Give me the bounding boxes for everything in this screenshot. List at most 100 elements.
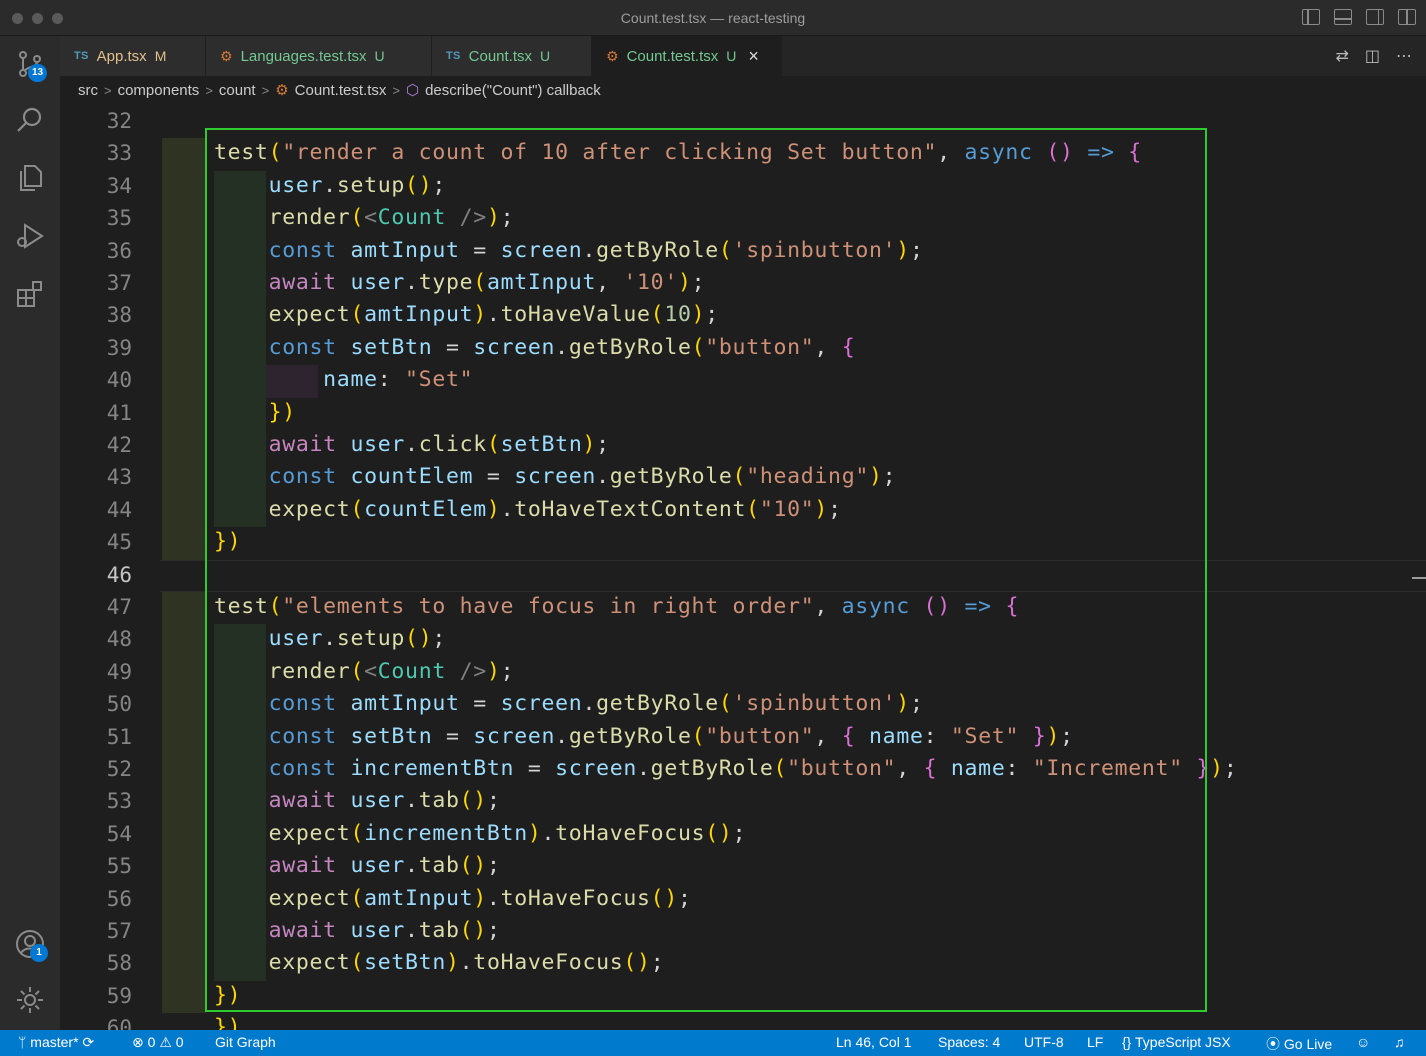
code-line[interactable]: 59}) (60, 980, 1426, 1014)
chevron-right-icon: > (104, 82, 112, 98)
indent-guide (162, 980, 206, 1014)
code-line[interactable]: 54 expect(incrementBtn).toHaveFocus(); (60, 818, 1426, 852)
indent-guide (162, 300, 206, 333)
explorer-icon[interactable] (14, 162, 46, 194)
code-line[interactable]: 35 render(<Count />); (60, 203, 1426, 236)
breadcrumb-item[interactable]: src (78, 82, 98, 99)
code-line[interactable]: 32 (60, 106, 1426, 138)
code-line[interactable]: 39 const setBtn = screen.getByRole("butt… (60, 332, 1426, 366)
code-line[interactable]: 46 (60, 559, 1426, 592)
code-text: expect(incrementBtn).toHaveFocus(); (268, 820, 747, 846)
extensions-icon[interactable] (14, 278, 46, 310)
toggle-secondary-sidebar-icon[interactable] (1366, 9, 1384, 25)
indent-guide (162, 332, 206, 366)
code-line[interactable]: 49 render(<Count />); (60, 656, 1426, 690)
run-debug-icon[interactable] (14, 220, 46, 252)
line-number: 60 (106, 1016, 132, 1030)
code-line[interactable]: 43 const countElem = screen.getByRole("h… (60, 462, 1426, 495)
code-editor[interactable]: 32 33 test("render a count of 10 after cli… (60, 104, 1426, 1030)
test-file-gear-icon: ⚙ (275, 82, 289, 99)
split-editor-icon[interactable]: ◫ (1365, 46, 1380, 66)
code-line[interactable]: 47 test("elements to have focus in right … (60, 592, 1426, 625)
indent-guide (162, 818, 206, 852)
more-actions-icon[interactable]: ⋯ (1396, 46, 1412, 66)
code-text: }) (214, 1015, 242, 1030)
encoding[interactable]: UTF-8 (1024, 1034, 1064, 1050)
code-line[interactable]: 60}) (60, 1013, 1426, 1030)
typescript-icon: TS (74, 50, 89, 62)
problems-item[interactable]: ⊗ 0 ⚠ 0 (132, 1034, 184, 1051)
branch-item[interactable]: ᛘ master* ⟳ (18, 1034, 94, 1051)
code-line[interactable]: 45}) (60, 527, 1426, 560)
warning-icon: ⚠ (159, 1034, 172, 1050)
code-line[interactable]: 57 await user.tab(); (60, 916, 1426, 949)
indent-guide (162, 430, 206, 463)
open-changes-icon[interactable]: ⇄ (1335, 46, 1348, 66)
language-mode[interactable]: {} TypeScript JSX (1122, 1034, 1231, 1050)
breadcrumb-item[interactable]: count (219, 82, 256, 99)
manage-gear-icon[interactable] (14, 984, 46, 1016)
indent-guide (162, 527, 206, 560)
notifications-bell-icon[interactable]: ♫ (1394, 1034, 1405, 1050)
code-line[interactable]: 40 name: "Set" (60, 365, 1426, 398)
code-line[interactable]: 52 const incrementBtn = screen.getByRole… (60, 754, 1426, 787)
end-of-line[interactable]: LF (1087, 1034, 1103, 1050)
toggle-panel-icon[interactable] (1334, 9, 1352, 25)
code-line[interactable]: 33 test("render a count of 10 after click… (60, 138, 1426, 171)
code-text: expect(setBtn).toHaveFocus(); (268, 950, 665, 976)
tab-git-status: U (374, 48, 385, 64)
tab-count-tsx[interactable]: TS Count.tsx U (432, 36, 592, 76)
tab-count-test-tsx[interactable]: ⚙ Count.test.tsx U × (592, 36, 782, 76)
code-line[interactable]: 56 expect(amtInput).toHaveFocus(); (60, 883, 1426, 916)
code-text: const countElem = screen.getByRole("head… (268, 464, 897, 490)
code-text: name: "Set" (323, 367, 474, 393)
code-line[interactable]: 37 await user.type(amtInput, '10'); (60, 268, 1426, 301)
code-line[interactable]: 50 const amtInput = screen.getByRole('sp… (60, 689, 1426, 722)
indent-guide (162, 786, 206, 819)
breadcrumb: src > components > count > ⚙ Count.test.… (60, 76, 1426, 104)
breadcrumb-item[interactable]: components (118, 82, 200, 99)
source-control-icon[interactable]: 13 (14, 48, 48, 82)
go-live-item[interactable]: ⦿ Go Live (1266, 1034, 1332, 1054)
breadcrumb-item[interactable]: describe("Count") callback (425, 82, 601, 99)
window-title: Count.test.tsx — react-testing (620, 10, 806, 26)
code-line[interactable]: 38 expect(amtInput).toHaveValue(10); (60, 300, 1426, 333)
code-line[interactable]: 48 user.setup(); (60, 624, 1426, 657)
code-line[interactable]: 51 const setBtn = screen.getByRole("butt… (60, 721, 1426, 754)
line-number: 49 (106, 659, 132, 684)
code-line[interactable]: 42 await user.click(setBtn); (60, 430, 1426, 463)
broadcast-icon: ⦿ (1266, 1036, 1280, 1052)
indent-guide (162, 268, 206, 301)
code-line[interactable]: 53 await user.tab(); (60, 786, 1426, 819)
close-tab-icon[interactable]: × (748, 47, 759, 65)
git-graph-item[interactable]: Git Graph (215, 1034, 276, 1050)
customize-layout-icon[interactable] (1398, 9, 1416, 25)
code-line[interactable]: 34 user.setup(); (60, 170, 1426, 204)
line-number: 38 (106, 303, 132, 328)
toggle-primary-sidebar-icon[interactable] (1302, 9, 1320, 25)
code-text: const setBtn = screen.getByRole("button"… (268, 723, 1074, 749)
error-icon: ⊗ (132, 1034, 144, 1050)
tab-languages-test-tsx[interactable]: ⚙ Languages.test.tsx U (206, 36, 432, 76)
code-line[interactable]: 41 }) (60, 397, 1426, 430)
accounts-icon[interactable]: 1 (14, 928, 48, 962)
indentation[interactable]: Spaces: 4 (938, 1034, 1000, 1050)
indent-guide (162, 365, 206, 398)
tab-app-tsx[interactable]: TS App.tsx M (60, 36, 206, 76)
search-icon[interactable] (14, 104, 46, 136)
feedback-icon[interactable]: ☺ (1356, 1034, 1370, 1050)
code-line[interactable]: 44 expect(countElem).toHaveTextContent("… (60, 494, 1426, 528)
tab-label: Languages.test.tsx (240, 47, 367, 65)
indent-guide (162, 754, 206, 787)
code-line[interactable]: 36 const amtInput = screen.getByRole('sp… (60, 235, 1426, 268)
activity-bar: 13 1 (0, 36, 60, 1030)
tab-label: App.tsx (96, 47, 147, 65)
code-line[interactable]: 55 await user.tab(); (60, 851, 1426, 884)
braces-icon: {} (1122, 1034, 1132, 1050)
line-number: 47 (106, 595, 132, 619)
breadcrumb-item[interactable]: Count.test.tsx (295, 82, 387, 99)
cursor-position[interactable]: Ln 46, Col 1 (836, 1034, 912, 1050)
line-number: 33 (106, 141, 132, 166)
code-line[interactable]: 58 expect(setBtn).toHaveFocus(); (60, 948, 1426, 981)
line-number: 46 (106, 562, 132, 587)
